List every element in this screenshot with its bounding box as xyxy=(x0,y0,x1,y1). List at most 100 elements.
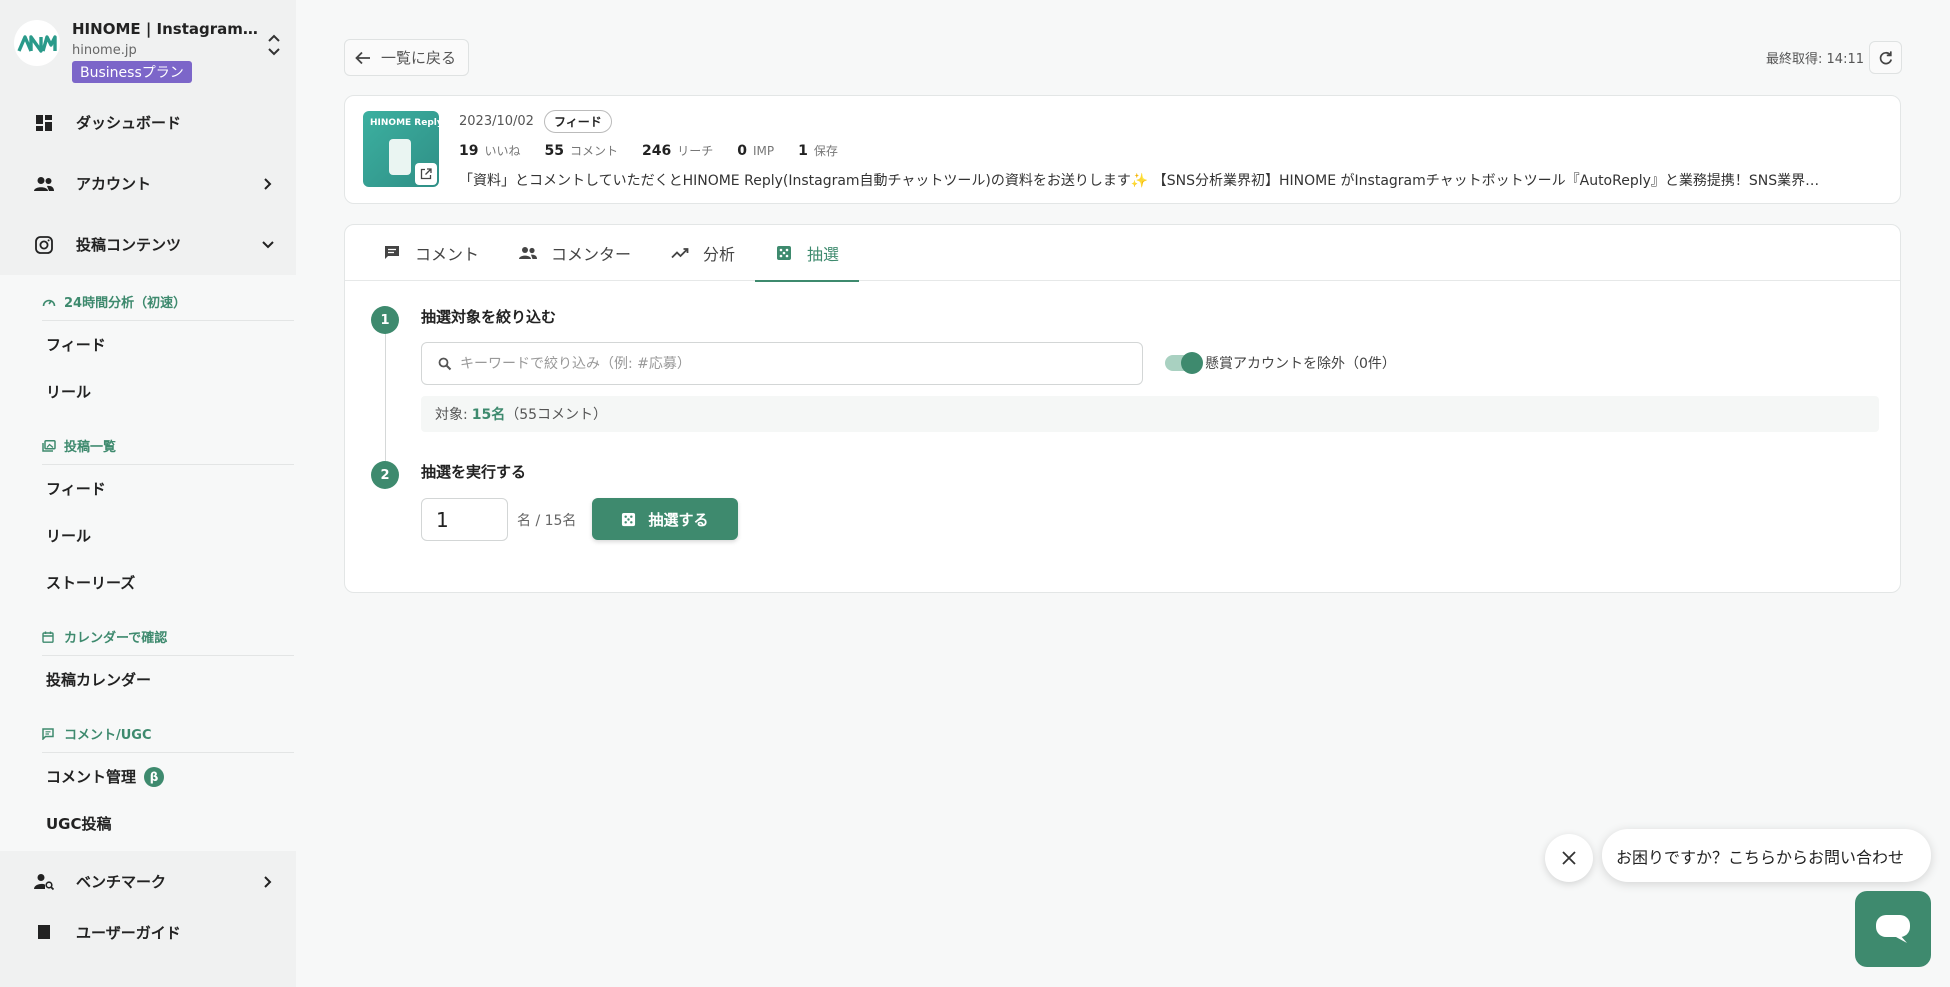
target-summary: 対象: 15名 （55コメント） xyxy=(421,396,1879,432)
chat-launcher-button[interactable] xyxy=(1855,891,1931,967)
section-comment-ugc: コメント/UGC xyxy=(42,715,294,753)
sidebar-item-feed[interactable]: フィード xyxy=(0,465,296,512)
sidebar: HINOME | Instagram分析… hinome.jp Business… xyxy=(0,0,296,987)
stat-reach: 246 リーチ xyxy=(642,143,714,159)
stat-likes: 19 いいね xyxy=(459,143,521,159)
instagram-icon xyxy=(34,235,54,255)
nav-dashboard[interactable]: ダッシュボード xyxy=(0,92,296,153)
target-prefix: 対象: xyxy=(435,407,468,423)
workspace-switcher[interactable]: HINOME | Instagram分析… hinome.jp Business… xyxy=(0,0,296,92)
external-link-icon[interactable] xyxy=(415,163,437,185)
post-caption: 「資料」とコメントしていただくとHINOME Reply(Instagram自動… xyxy=(459,173,1820,189)
post-stats: 19 いいね 55 コメント 246 リーチ 0 IMP 1 保存 xyxy=(459,142,862,159)
section-calendar-label: カレンダーで確認 xyxy=(64,631,168,646)
step-1-number: 1 xyxy=(371,306,399,334)
phone-illustration xyxy=(389,139,411,175)
calendar-icon xyxy=(42,630,56,644)
photo-library-icon xyxy=(42,439,56,453)
step-2-number: 2 xyxy=(371,461,399,489)
sidebar-item-stories[interactable]: ストーリーズ xyxy=(0,559,296,606)
tab-comments[interactable]: コメント xyxy=(363,225,499,281)
winner-count-input[interactable] xyxy=(421,498,508,541)
workspace-name: HINOME | Instagram分析… xyxy=(72,20,262,38)
stat-saves: 1 保存 xyxy=(798,143,838,159)
exclude-giveaway-toggle[interactable] xyxy=(1165,352,1203,374)
comment-icon xyxy=(383,244,401,262)
nav-benchmark[interactable]: ベンチマーク xyxy=(0,851,296,912)
chevron-right-icon xyxy=(260,874,276,890)
back-to-list-label: 一覧に戻る xyxy=(381,49,457,67)
exclude-giveaway-toggle-row: 懸賞アカウントを除外（0件） xyxy=(1165,352,1396,374)
nav-benchmark-label: ベンチマーク xyxy=(76,873,167,891)
help-message[interactable]: お困りですか？こちらからお問い合わせ xyxy=(1602,829,1931,882)
nav-account[interactable]: アカウント xyxy=(0,153,296,214)
dice-icon xyxy=(775,244,793,262)
section-post-list: 投稿一覧 xyxy=(42,427,294,465)
step-1-title: 抽選対象を絞り込む xyxy=(421,308,557,326)
dice-icon xyxy=(621,512,636,527)
tab-lottery-label: 抽選 xyxy=(807,245,840,264)
step-2-title: 抽選を実行する xyxy=(421,463,527,481)
target-comment-count: （55コメント） xyxy=(505,407,608,423)
tab-commenters[interactable]: コメンター xyxy=(499,225,651,281)
workspace-logo xyxy=(14,20,60,66)
stat-comments: 55 コメント xyxy=(544,143,619,159)
nav-posts-label: 投稿コンテンツ xyxy=(76,236,182,254)
nav-posts[interactable]: 投稿コンテンツ xyxy=(0,214,296,275)
keyword-filter xyxy=(421,342,1143,385)
tab-analysis[interactable]: 分析 xyxy=(651,225,755,281)
nav-user-guide-label: ユーザーガイド xyxy=(76,923,181,942)
comment-icon xyxy=(42,727,56,741)
exclude-giveaway-label: 懸賞アカウントを除外（0件） xyxy=(1205,356,1396,372)
sidebar-item-24h-reel[interactable]: リール xyxy=(0,368,296,415)
section-calendar: カレンダーで確認 xyxy=(42,618,294,656)
dashboard-icon xyxy=(34,113,54,133)
post-date: 2023/10/02 xyxy=(459,114,534,129)
book-icon xyxy=(34,922,54,942)
nav-user-guide[interactable]: ユーザーガイド xyxy=(0,912,296,952)
nav-dashboard-label: ダッシュボード xyxy=(76,114,182,132)
draw-button[interactable]: 抽選する xyxy=(592,498,738,540)
arrow-left-icon xyxy=(355,51,371,65)
chat-icon xyxy=(1874,913,1912,945)
detail-panel: コメント コメンター 分析 抽選 1 抽選対象を絞り込む キーワードで絞り込み（… xyxy=(344,224,1901,593)
chevron-up-down-icon[interactable] xyxy=(264,32,284,60)
tab-comments-label: コメント xyxy=(415,245,480,264)
sidebar-item-post-calendar[interactable]: 投稿カレンダー xyxy=(0,656,296,703)
sidebar-item-comment-manage[interactable]: コメント管理 β xyxy=(0,753,296,800)
draw-button-label: 抽選する xyxy=(648,510,709,529)
back-to-list-button[interactable]: 一覧に戻る xyxy=(344,39,470,76)
section-24h: 24時間分析（初速） xyxy=(42,283,294,321)
sidebar-item-24h-feed[interactable]: フィード xyxy=(0,321,296,368)
tab-commenters-label: コメンター xyxy=(551,245,632,264)
speed-icon xyxy=(42,295,56,309)
section-post-list-label: 投稿一覧 xyxy=(64,440,117,455)
sidebar-item-ugc[interactable]: UGC投稿 xyxy=(0,800,296,847)
close-icon xyxy=(1562,851,1576,865)
sidebar-item-reel[interactable]: リール xyxy=(0,512,296,559)
winner-count-suffix: 名 / 15名 xyxy=(517,513,577,529)
tab-bar: コメント コメンター 分析 抽選 xyxy=(345,225,1900,282)
people-icon xyxy=(519,244,538,262)
target-count: 15名 xyxy=(471,407,506,423)
chevron-right-icon xyxy=(260,176,276,192)
last-fetch-time: 最終取得: 14:11 xyxy=(1766,52,1864,67)
sidebar-item-comment-manage-label: コメント管理 xyxy=(46,768,137,786)
post-summary-card: HINOME Reply 2023/10/02 フィード 19 いいね 55 コメン… xyxy=(344,95,1901,204)
keyword-search-input[interactable] xyxy=(460,355,1142,372)
tab-analysis-label: 分析 xyxy=(703,245,736,264)
nav-account-label: アカウント xyxy=(76,175,152,193)
refresh-icon xyxy=(1878,50,1894,66)
post-type-badge: フィード xyxy=(543,110,612,133)
posts-submenu: 24時間分析（初速） フィード リール 投稿一覧 フィード リール ストーリーズ… xyxy=(0,275,296,851)
section-comment-ugc-label: コメント/UGC xyxy=(64,728,152,743)
plan-badge: Businessプラン xyxy=(72,61,192,83)
tab-lottery[interactable]: 抽選 xyxy=(755,225,860,282)
help-close-button[interactable] xyxy=(1545,834,1593,882)
refresh-button[interactable] xyxy=(1869,41,1902,74)
post-thumbnail[interactable]: HINOME Reply xyxy=(363,111,439,187)
workspace-domain: hinome.jp xyxy=(72,43,137,58)
trend-icon xyxy=(671,244,689,262)
thumbnail-text: HINOME Reply xyxy=(370,118,439,128)
person-search-icon xyxy=(34,872,54,892)
